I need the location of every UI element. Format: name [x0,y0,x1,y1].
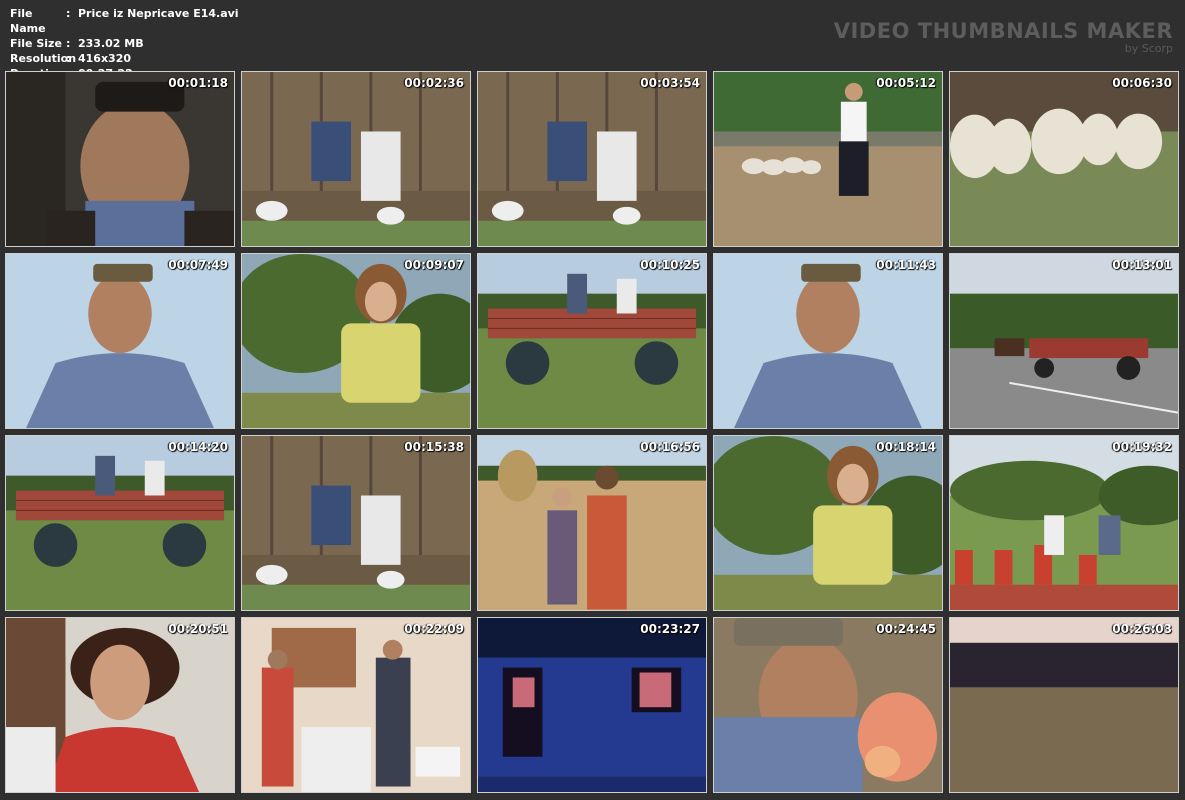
file-name-value: Price iz Nepricave E14.avi [78,7,239,20]
thumbnail-frame-image [714,618,942,792]
thumbnail-timestamp: 00:07:49 [168,258,228,272]
brand-watermark: VIDEO THUMBNAILS MAKER by Scorp [834,20,1173,55]
thumbnail-frame-image [6,254,234,428]
thumbnail-timestamp: 00:06:30 [1112,76,1172,90]
thumbnail-frame-image [242,618,470,792]
thumbnail-timestamp: 00:03:54 [640,76,700,90]
file-size-value: 233.02 MB [78,37,144,50]
thumbnail-frame-image [950,436,1178,610]
thumbnail-timestamp: 00:10:25 [640,258,700,272]
thumbnail-frame-image [950,618,1178,792]
thumbnail-frame-image [478,618,706,792]
thumbnail-timestamp: 00:09:07 [404,258,464,272]
file-size-row: File Size : 233.02 MB [10,36,239,51]
thumbnail-timestamp: 00:26:03 [1112,622,1172,636]
video-thumbnail: 00:18:14 [713,435,943,611]
video-thumbnail: 00:07:49 [5,253,235,429]
file-info: File Name : Price iz Nepricave E14.avi F… [10,6,239,81]
video-thumbnail: 00:26:03 [949,617,1179,793]
thumbnail-grid: 00:01:18 00:02:36 00:03:54 00:05:12 00:06:30… [5,71,1180,795]
thumbnail-timestamp: 00:18:14 [876,440,936,454]
thumbnail-frame-image [6,72,234,246]
video-thumbnail: 00:13:01 [949,253,1179,429]
video-thumbnail: 00:22:09 [241,617,471,793]
thumbnail-frame-image [714,72,942,246]
thumbnail-timestamp: 00:02:36 [404,76,464,90]
thumbnail-timestamp: 00:05:12 [876,76,936,90]
video-thumbnail: 00:23:27 [477,617,707,793]
thumbnail-frame-image [478,72,706,246]
thumbnail-timestamp: 00:24:45 [876,622,936,636]
thumbnail-timestamp: 00:22:09 [404,622,464,636]
video-thumbnail: 00:20:51 [5,617,235,793]
resolution-row: Resolution : 416x320 [10,51,239,66]
thumbnail-timestamp: 00:11:43 [876,258,936,272]
thumbnail-frame-image [478,436,706,610]
thumbnail-timestamp: 00:13:01 [1112,258,1172,272]
thumbnail-timestamp: 00:19:32 [1112,440,1172,454]
thumbnail-frame-image [714,254,942,428]
thumbnail-frame-image [6,436,234,610]
file-name-label: File Name [10,7,46,35]
brand-title: VIDEO THUMBNAILS MAKER [833,19,1173,43]
video-thumbnail: 00:11:43 [713,253,943,429]
thumbnail-timestamp: 00:23:27 [640,622,700,636]
video-thumbnail: 00:06:30 [949,71,1179,247]
video-thumbnail: 00:02:36 [241,71,471,247]
video-thumbnail: 00:24:45 [713,617,943,793]
thumbnail-frame-image [242,254,470,428]
video-thumbnail: 00:14:20 [5,435,235,611]
thumbnail-timestamp: 00:01:18 [168,76,228,90]
thumbnail-timestamp: 00:15:38 [404,440,464,454]
thumbnail-frame-image [950,72,1178,246]
separator: : [66,52,71,65]
video-thumbnail: 00:01:18 [5,71,235,247]
resolution-label: Resolution [10,52,77,65]
separator: : [66,37,71,50]
thumbnail-frame-image [242,72,470,246]
thumbnail-frame-image [242,436,470,610]
video-thumbnail: 00:19:32 [949,435,1179,611]
video-thumbnail: 00:03:54 [477,71,707,247]
file-name-row: File Name : Price iz Nepricave E14.avi [10,6,239,36]
resolution-value: 416x320 [78,52,132,65]
thumbnail-frame-image [478,254,706,428]
video-thumbnail: 00:10:25 [477,253,707,429]
thumbnail-timestamp: 00:14:20 [168,440,228,454]
file-size-label: File Size [10,37,62,50]
thumbnail-timestamp: 00:20:51 [168,622,228,636]
thumbnail-frame-image [6,618,234,792]
video-thumbnail: 00:16:56 [477,435,707,611]
brand-byline: by Scorp [1124,42,1173,55]
thumbnail-frame-image [950,254,1178,428]
video-thumbnail: 00:15:38 [241,435,471,611]
video-thumbnail: 00:05:12 [713,71,943,247]
thumbnail-frame-image [714,436,942,610]
thumbnail-timestamp: 00:16:56 [640,440,700,454]
separator: : [66,7,71,20]
video-thumbnail: 00:09:07 [241,253,471,429]
